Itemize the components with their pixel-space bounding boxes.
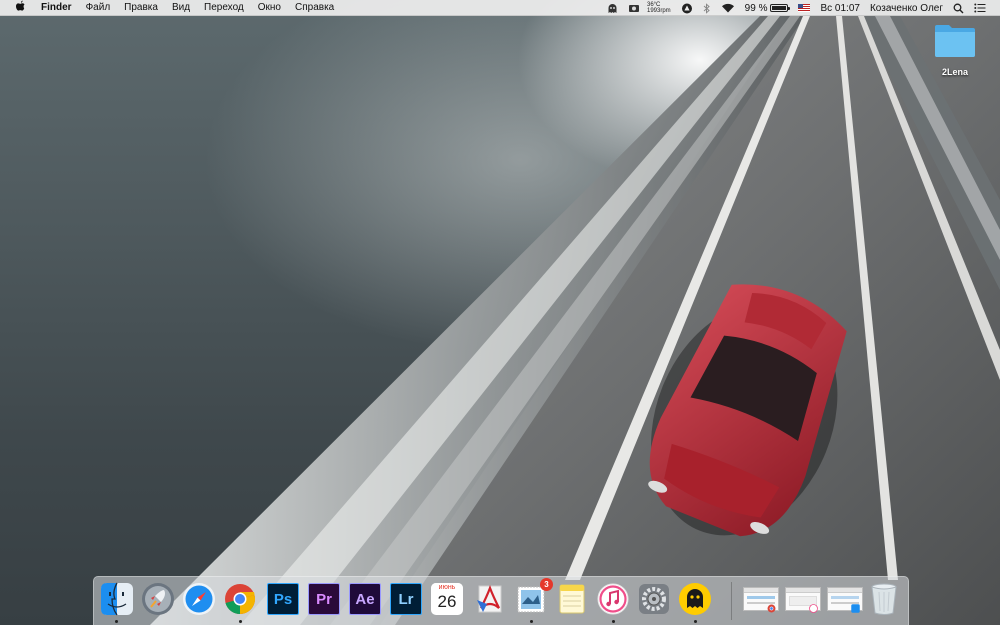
after-effects-icon-label: Ae	[355, 590, 375, 608]
menu-bar: Finder Файл Правка Вид Переход Окно Спра…	[0, 0, 1000, 16]
trash-icon	[871, 583, 897, 615]
photoshop-icon-label: Ps	[273, 590, 293, 608]
dock-minimized-window-itunes[interactable]	[785, 587, 821, 613]
dock-safari[interactable]	[181, 581, 217, 617]
gear-icon	[639, 584, 669, 614]
folder-label: 2Lena	[941, 67, 968, 77]
dock-running-indicator	[612, 620, 615, 623]
menu-finder[interactable]: Finder	[37, 0, 79, 16]
calendar-month: июнь	[431, 583, 463, 592]
user-name[interactable]: Козаченко Олег	[870, 0, 943, 16]
lightroom-icon-label: Lr	[398, 590, 414, 608]
fan-readout[interactable]: 36°C 1993rpm	[647, 0, 671, 16]
premiere-icon-label: Pr	[316, 590, 332, 608]
dock-separator	[731, 582, 732, 620]
desktop-wallpaper	[0, 0, 1000, 625]
notification-center-icon[interactable]	[974, 0, 986, 16]
desktop-folder[interactable]: 2Lena	[928, 22, 982, 77]
dock-cyberghost[interactable]	[677, 581, 713, 617]
dock-notes[interactable]	[554, 581, 590, 617]
calendar-day: 26	[437, 592, 457, 611]
dock-itunes[interactable]	[595, 581, 631, 617]
battery-icon	[770, 4, 791, 12]
notes-icon	[559, 584, 585, 614]
menu-file[interactable]: Файл	[79, 0, 118, 16]
spotlight-search-icon[interactable]	[953, 0, 964, 16]
fan-control-icon[interactable]	[628, 0, 640, 16]
dock-running-indicator	[239, 620, 242, 623]
dock-premiere[interactable]: Pr	[308, 583, 340, 615]
folder-icon	[935, 25, 975, 57]
compass-icon	[183, 583, 215, 615]
chrome-badge-icon	[767, 604, 776, 613]
music-note-icon	[597, 583, 629, 615]
dock-mail[interactable]: 3	[513, 578, 553, 617]
menu-edit[interactable]: Правка	[117, 0, 165, 16]
chrome-icon	[225, 584, 256, 615]
dock-running-indicator	[115, 620, 118, 623]
dock-calendar[interactable]: июнь 26	[431, 583, 463, 615]
bluetooth-icon[interactable]	[703, 0, 711, 16]
dock-photoshop[interactable]: Ps	[267, 583, 299, 615]
menu-go[interactable]: Переход	[197, 0, 251, 16]
acrobat-icon	[477, 584, 502, 613]
dock-running-indicator	[694, 620, 697, 623]
ghost-icon[interactable]	[607, 0, 618, 16]
dock-chrome[interactable]	[222, 581, 258, 617]
clock[interactable]: Вс 01:07	[820, 0, 859, 16]
finder-icon	[101, 582, 133, 616]
mail-unread-badge: 3	[540, 578, 553, 591]
wifi-icon[interactable]	[721, 0, 735, 16]
battery-status[interactable]: 99 %	[744, 0, 791, 16]
menu-view[interactable]: Вид	[165, 0, 197, 16]
dock-after-effects[interactable]: Ae	[349, 583, 381, 615]
itunes-badge-icon	[809, 604, 818, 613]
dock: Ps Pr Ae Lr июнь 26 3	[93, 576, 909, 625]
battery-fill	[772, 6, 787, 10]
dock-finder[interactable]	[99, 581, 135, 617]
finder-badge-icon	[851, 604, 860, 613]
menu-window[interactable]: Окно	[251, 0, 288, 16]
menu-help[interactable]: Справка	[288, 0, 341, 16]
wallpaper-road	[150, 16, 1000, 625]
dock-running-indicator	[530, 620, 533, 623]
dock-launchpad[interactable]	[140, 581, 176, 617]
dock-lightroom[interactable]: Lr	[390, 583, 422, 615]
apple-icon[interactable]	[13, 0, 27, 15]
dock-minimized-window-finder[interactable]	[827, 587, 863, 613]
google-drive-icon[interactable]	[681, 0, 693, 16]
ghost-app-icon	[679, 583, 711, 615]
dock-minimized-window-chrome[interactable]	[743, 587, 779, 613]
battery-percent: 99 %	[744, 2, 768, 14]
dock-trash[interactable]	[866, 581, 902, 617]
input-source-flag-icon[interactable]	[798, 0, 811, 16]
dock-system-preferences[interactable]	[636, 581, 672, 617]
dock-acrobat[interactable]	[472, 581, 508, 617]
rocket-icon	[142, 583, 174, 615]
fan-rpm: 1993rpm	[646, 8, 671, 14]
